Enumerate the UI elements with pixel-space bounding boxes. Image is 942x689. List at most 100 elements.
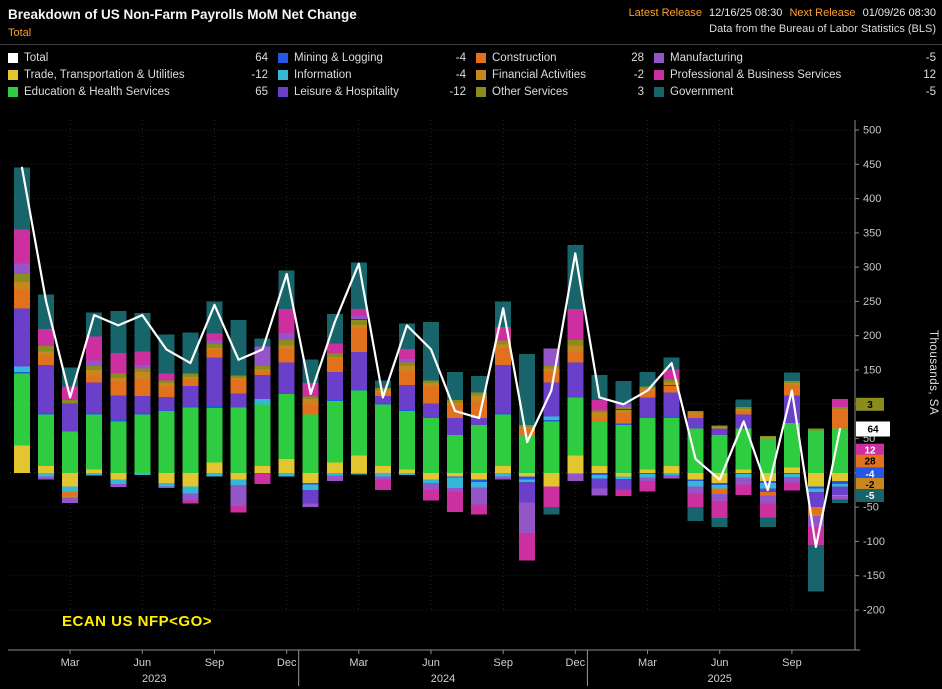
legend-item[interactable]: Other Services 3 — [476, 85, 644, 99]
bar-segment — [687, 411, 704, 413]
bar-segment — [711, 494, 728, 501]
bar-segment — [832, 496, 848, 500]
bar-segment — [543, 368, 560, 372]
bar-segment — [110, 479, 127, 484]
svg-text:28: 28 — [864, 457, 876, 468]
x-tick-label: Dec — [566, 657, 586, 669]
bar-segment — [398, 409, 415, 412]
bar-segment — [38, 328, 55, 346]
bar-segment — [326, 400, 343, 463]
x-tick-label: Mar — [638, 657, 657, 669]
bar-segment — [326, 399, 343, 401]
bar-segment — [807, 544, 824, 592]
bar-segment — [158, 483, 175, 487]
legend-item[interactable]: Manufacturing -5 — [654, 51, 936, 65]
bar-segment — [471, 504, 488, 515]
bar-segment — [110, 378, 127, 382]
bar-segment — [62, 472, 79, 487]
bar-segment — [206, 405, 223, 408]
bar-segment — [230, 378, 247, 380]
bar-segment — [374, 466, 391, 473]
legend-label: Leisure & Hospitality — [294, 86, 399, 98]
bar-segment — [278, 459, 295, 473]
bar-segment — [495, 476, 512, 480]
terminal-command: ECAN US NFP<GO> — [62, 613, 213, 630]
bar-segment — [38, 413, 55, 415]
bar-segment — [110, 419, 127, 422]
legend-item[interactable]: Construction 28 — [476, 51, 644, 65]
bar-segment — [38, 346, 55, 352]
bar-segment — [182, 378, 199, 386]
bar-segment — [567, 397, 584, 456]
bar-segment — [663, 416, 680, 418]
bar-segment — [759, 481, 776, 484]
bar-segment — [230, 375, 247, 379]
bar-segment — [495, 365, 512, 414]
legend-swatch-icon — [278, 53, 288, 63]
bar-segment — [398, 359, 415, 363]
x-tick-label: Jun — [711, 657, 729, 669]
bar-segment — [447, 418, 464, 436]
y-tick-label: 450 — [863, 159, 881, 171]
legend-item[interactable]: Financial Activities -2 — [476, 68, 644, 82]
bar-segment — [735, 407, 752, 410]
bar-segment — [86, 413, 103, 415]
bar-segment — [158, 411, 175, 473]
legend-value: 64 — [255, 52, 268, 64]
y-tick-label: 250 — [863, 296, 881, 308]
bar-segment — [350, 472, 367, 475]
svg-text:3: 3 — [867, 400, 873, 411]
legend-label: Professional & Business Services — [670, 69, 842, 81]
bar-segment — [254, 369, 271, 372]
bar-segment — [398, 362, 415, 366]
bar-segment — [350, 455, 367, 473]
legend-item[interactable]: Total 64 — [8, 51, 268, 65]
payrolls-chart: 500450400350300250200150100500-50-100-15… — [0, 108, 942, 689]
year-label: 2025 — [707, 673, 731, 685]
legend-item[interactable]: Leisure & Hospitality -12 — [278, 85, 466, 99]
bar-segment — [735, 399, 752, 407]
bar-segment — [832, 428, 848, 473]
legend-item[interactable]: Information -4 — [278, 68, 466, 82]
bar-segment — [832, 398, 848, 407]
bar-segment — [182, 332, 199, 374]
bar-segment — [38, 414, 55, 466]
bar-segment — [374, 404, 391, 466]
bar-segment — [134, 396, 151, 414]
bar-segment — [398, 365, 415, 372]
bar-segment — [759, 503, 776, 518]
bar-segment — [62, 400, 79, 404]
legend-item[interactable]: Professional & Business Services 12 — [654, 68, 936, 82]
bar-segment — [543, 472, 560, 487]
bar-segment — [543, 486, 560, 508]
legend-value: 3 — [637, 86, 644, 98]
bar-segment — [832, 483, 848, 487]
legend-label: Manufacturing — [670, 52, 743, 64]
bar-segment — [759, 492, 776, 496]
legend-item[interactable]: Mining & Logging -4 — [278, 51, 466, 65]
bar-segment — [591, 412, 608, 418]
bar-segment — [62, 497, 79, 503]
selected-series-label[interactable]: Total — [8, 27, 31, 39]
bar-segment — [182, 373, 199, 377]
bar-segment — [687, 418, 704, 429]
bar-segment — [783, 482, 800, 491]
bar-segment — [134, 378, 151, 396]
legend-swatch-icon — [654, 70, 664, 80]
legend-swatch-icon — [476, 70, 486, 80]
bar-segment — [230, 505, 247, 513]
bar-segment — [759, 517, 776, 527]
bar-segment — [423, 417, 439, 418]
bar-segment — [591, 410, 608, 413]
svg-text:64: 64 — [867, 425, 879, 436]
bar-segment — [86, 469, 103, 473]
bar-segment — [519, 533, 536, 561]
legend-item[interactable]: Education & Health Services 65 — [8, 85, 268, 99]
bar-segment — [495, 348, 512, 366]
legend-item[interactable]: Trade, Transportation & Utilities -12 — [8, 68, 268, 82]
latest-release-label: Latest Release — [628, 7, 702, 19]
bar-segment — [182, 500, 199, 504]
bar-segment — [639, 418, 656, 470]
bar-segment — [711, 518, 728, 527]
legend-item[interactable]: Government -5 — [654, 85, 936, 99]
